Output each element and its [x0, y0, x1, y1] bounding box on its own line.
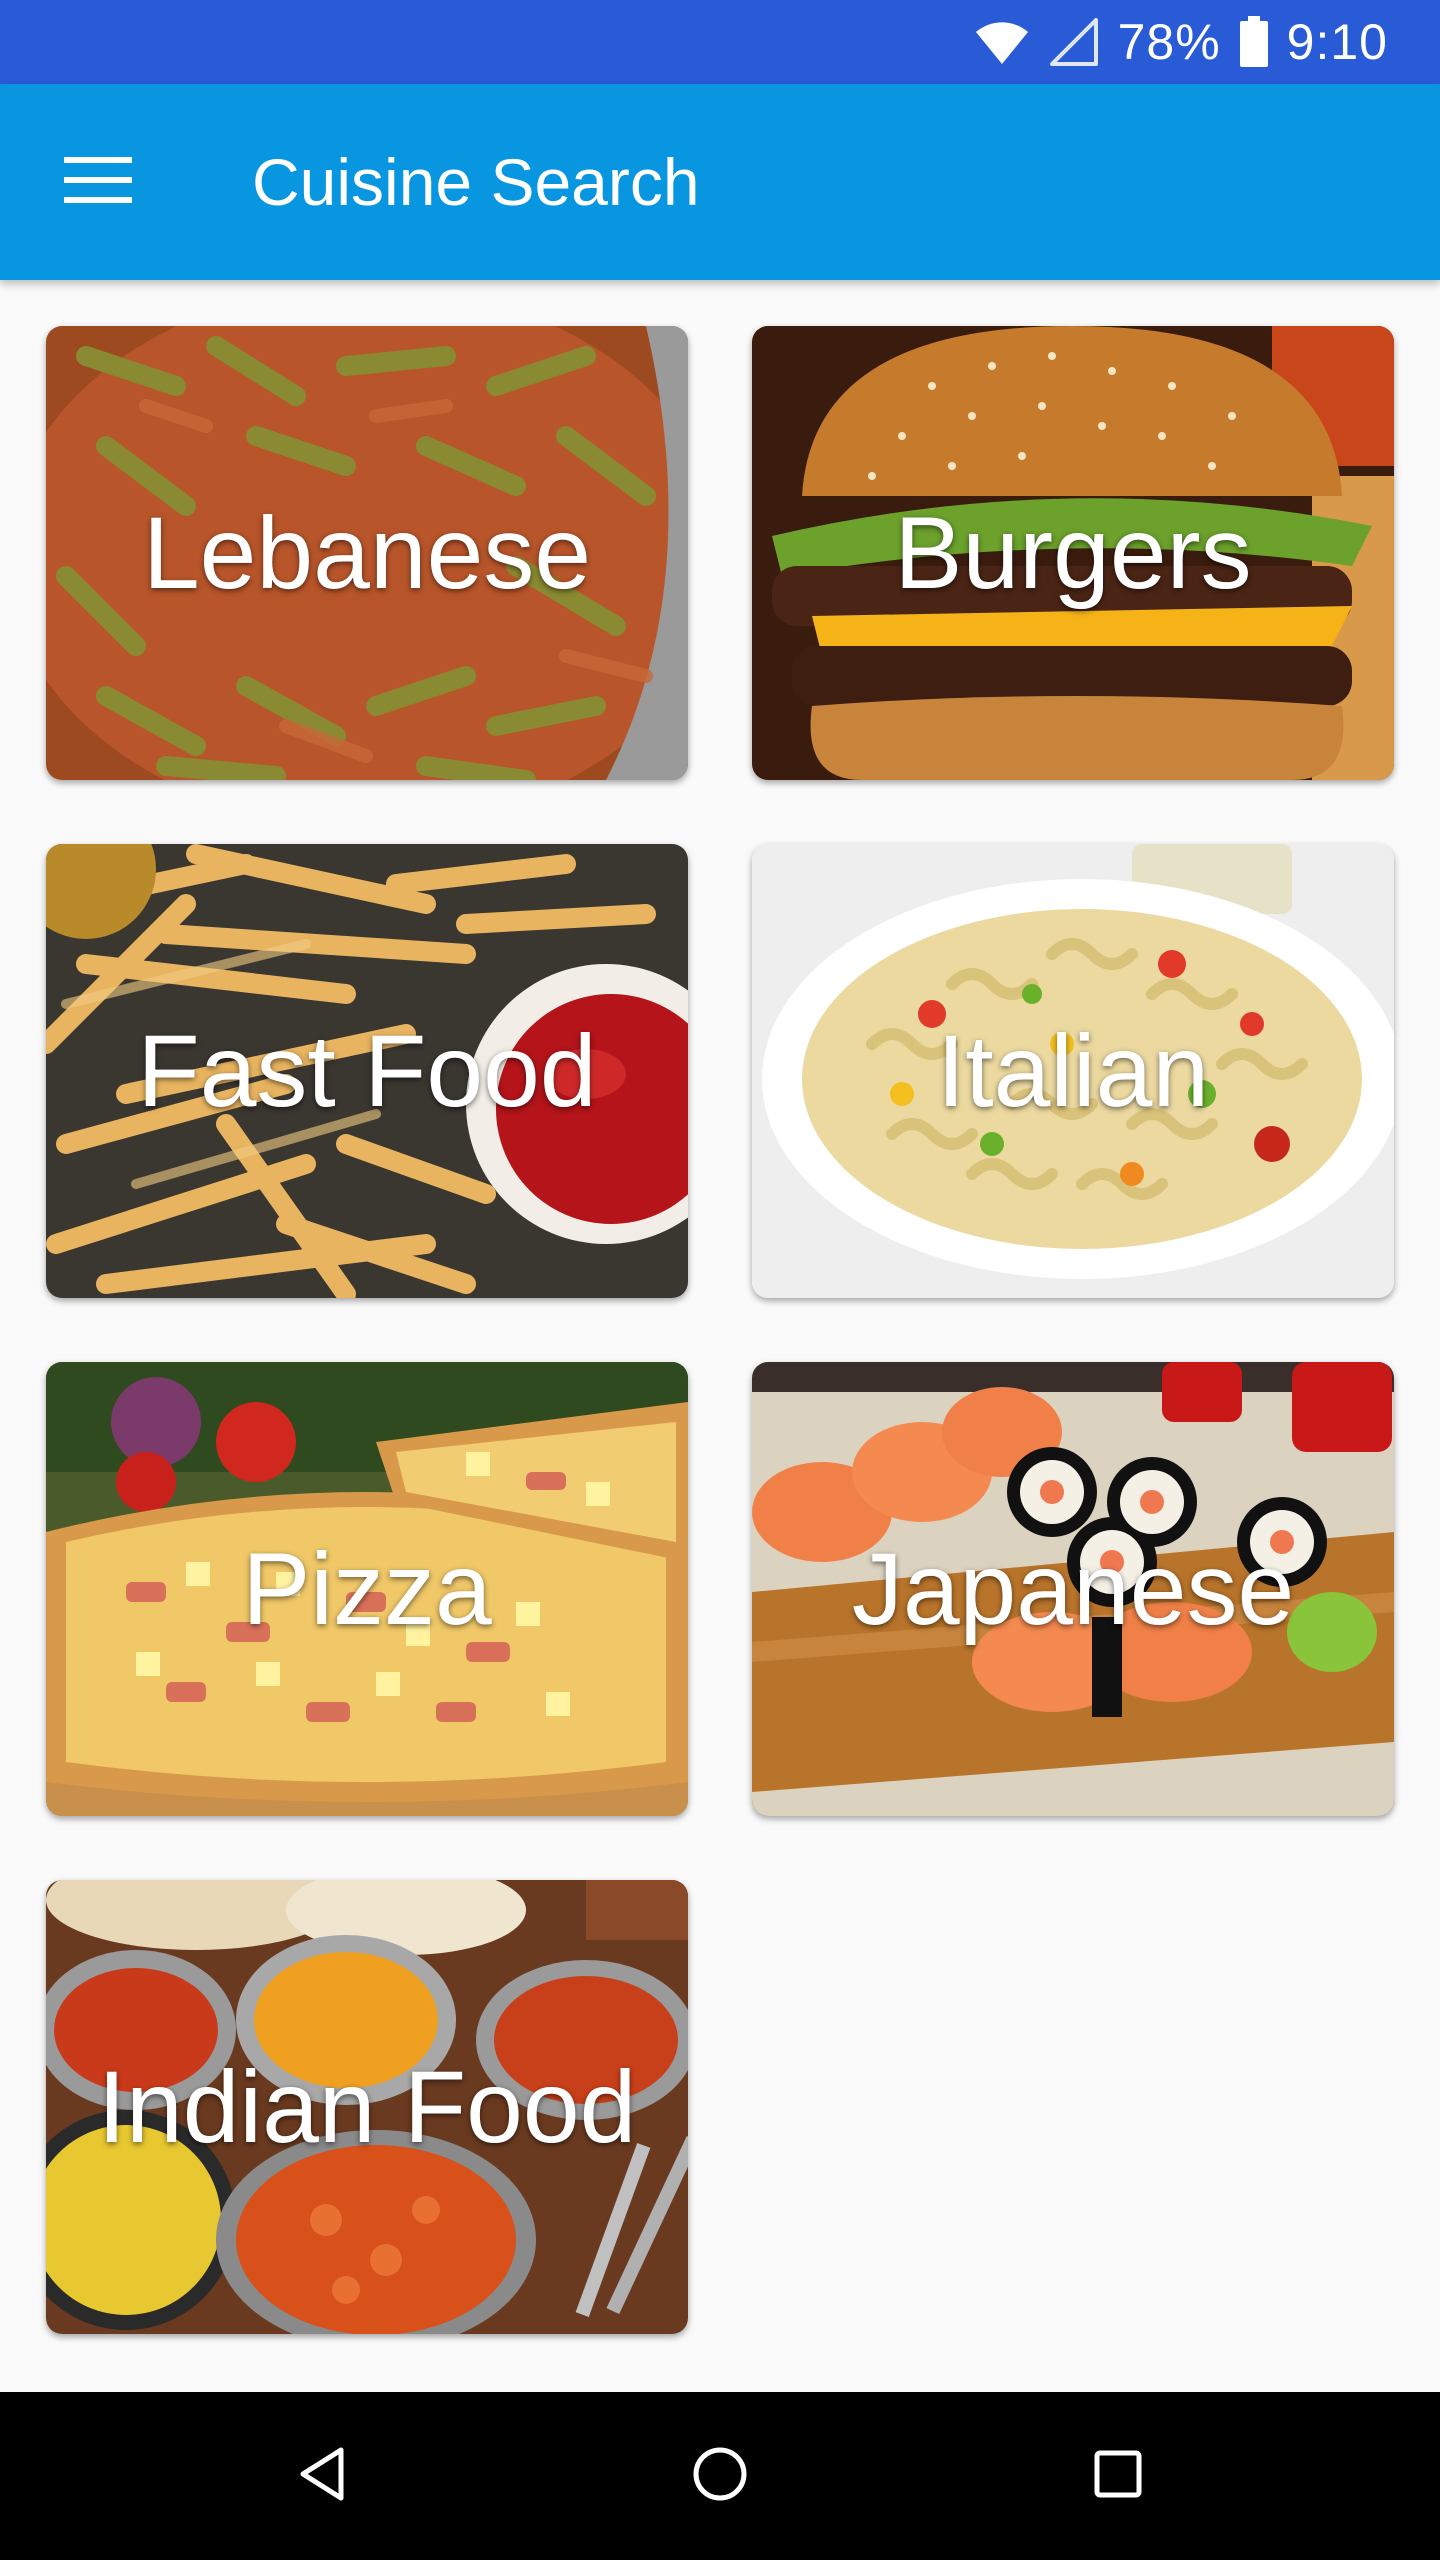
home-icon: [692, 2446, 748, 2507]
clock: 9:10: [1286, 14, 1388, 70]
cuisine-label: Fast Food: [137, 1013, 597, 1128]
menu-button[interactable]: [36, 132, 160, 232]
cuisine-grid: Lebanese Burgers Fast Food Italian Pizza…: [46, 326, 1394, 2334]
navigation-bar: [0, 2392, 1440, 2560]
cuisine-card-indian-food[interactable]: Indian Food: [46, 1880, 688, 2334]
cuisine-card-pizza[interactable]: Pizza: [46, 1362, 688, 1816]
cell-signal-icon: [1048, 16, 1100, 68]
back-icon: [297, 2446, 347, 2507]
cuisine-card-fast-food[interactable]: Fast Food: [46, 844, 688, 1298]
cuisine-label: Italian: [936, 1013, 1210, 1128]
app-title: Cuisine Search: [252, 145, 700, 219]
back-button[interactable]: [252, 2426, 392, 2526]
status-bar: 78% 9:10: [0, 0, 1440, 84]
status-icons: 78% 9:10: [974, 0, 1388, 84]
recents-button[interactable]: [1048, 2426, 1188, 2526]
cuisine-card-lebanese[interactable]: Lebanese: [46, 326, 688, 780]
cuisine-label: Indian Food: [97, 2049, 637, 2164]
home-button[interactable]: [650, 2426, 790, 2526]
cuisine-card-italian[interactable]: Italian: [752, 844, 1394, 1298]
battery-percentage: 78%: [1117, 14, 1221, 70]
cuisine-label: Burgers: [894, 495, 1252, 610]
cuisine-label: Japanese: [851, 1531, 1295, 1646]
recents-icon: [1093, 2449, 1143, 2504]
app-bar: Cuisine Search: [0, 84, 1440, 280]
cuisine-label: Pizza: [242, 1531, 492, 1646]
cuisine-card-japanese[interactable]: Japanese: [752, 1362, 1394, 1816]
cuisine-label: Lebanese: [142, 495, 592, 610]
wifi-icon: [974, 18, 1030, 66]
hamburger-menu-icon: [64, 155, 132, 210]
battery-icon: [1239, 16, 1269, 68]
cuisine-card-burgers[interactable]: Burgers: [752, 326, 1394, 780]
